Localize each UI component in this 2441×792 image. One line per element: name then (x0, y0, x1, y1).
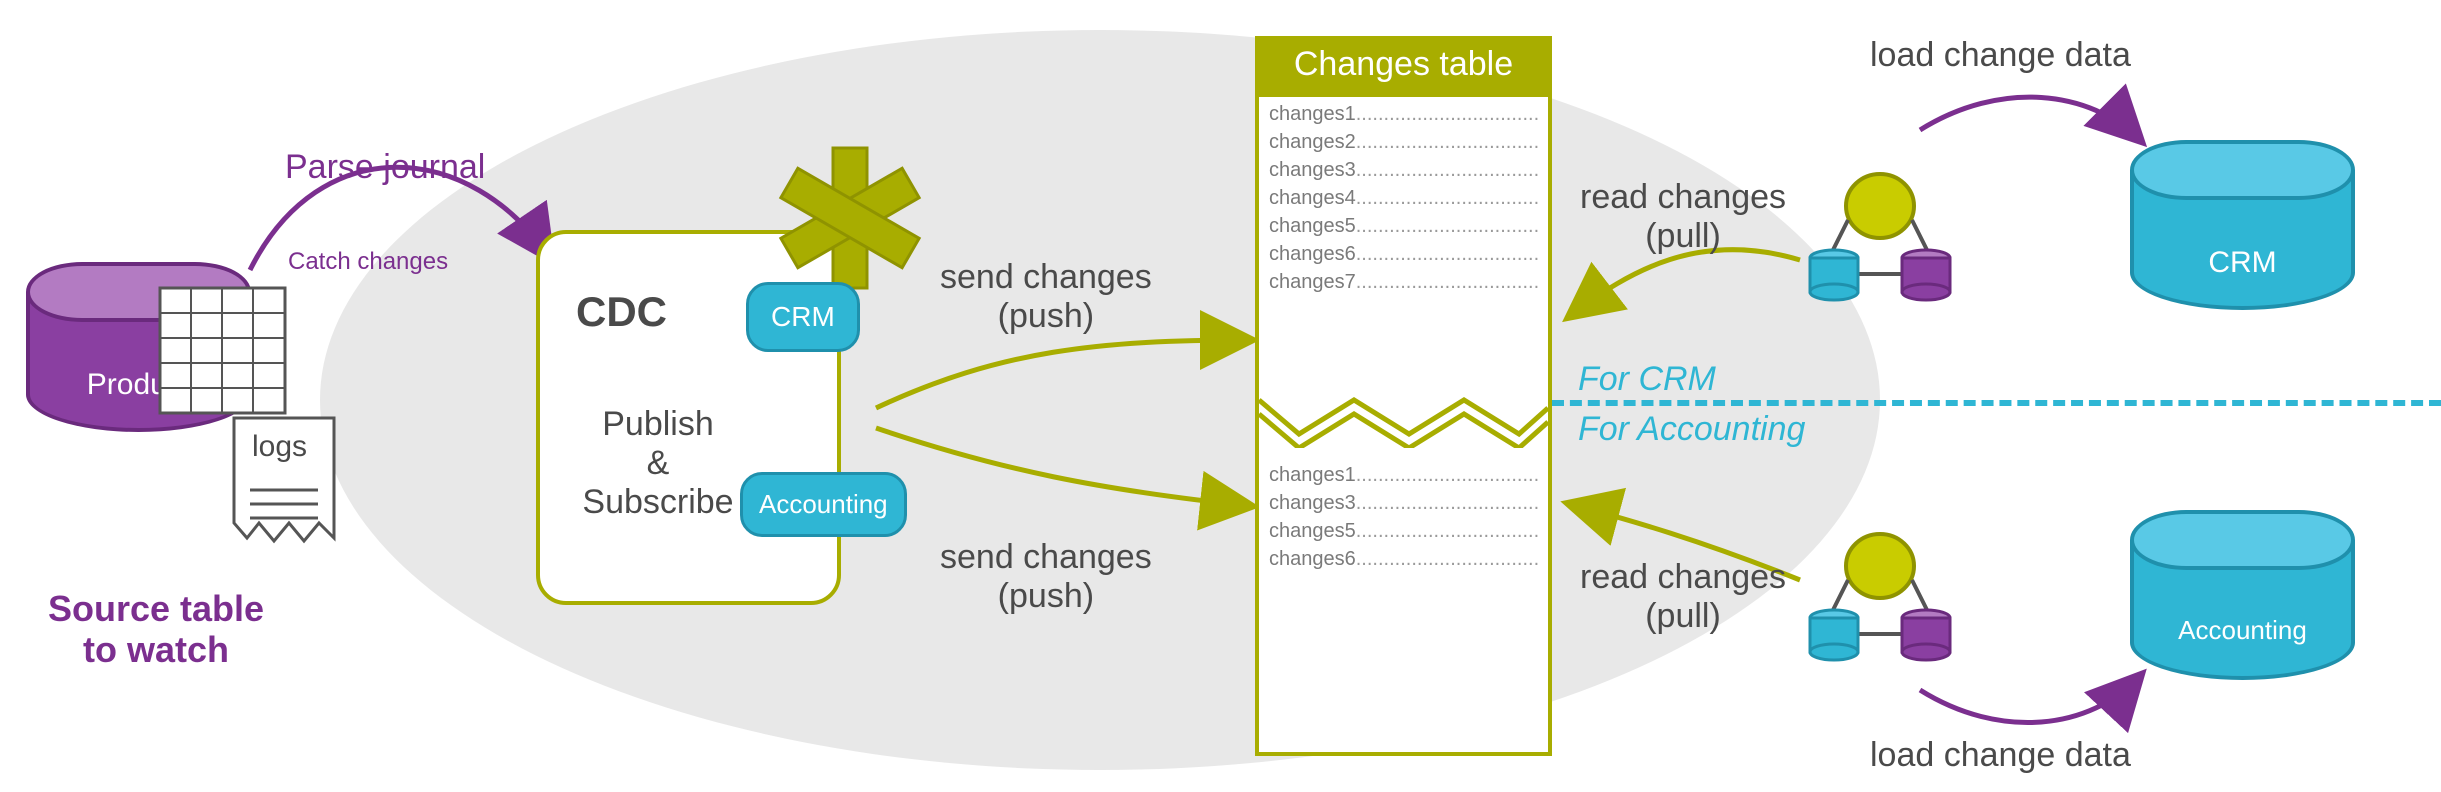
crm-db-label: CRM (2130, 246, 2355, 280)
diagram-root: Product logs Source table to watch (0, 0, 2441, 792)
accounting-target-db: Accounting (2130, 510, 2355, 680)
load-top-label: load change data (1870, 36, 2131, 75)
crm-target-db: CRM (2130, 140, 2355, 310)
load-bottom-label: load change data (1870, 736, 2131, 775)
accounting-db-label: Accounting (2130, 615, 2355, 646)
load-arrows (0, 0, 2441, 792)
